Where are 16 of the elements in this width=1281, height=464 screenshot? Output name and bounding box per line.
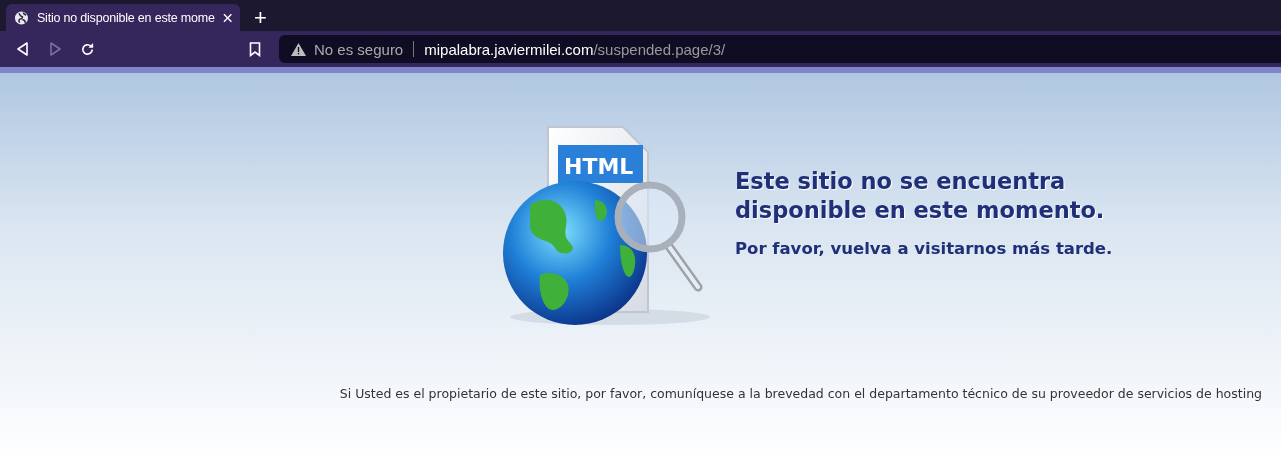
new-tab-button[interactable]: + bbox=[248, 4, 273, 31]
footer-text: Si Usted es el propietario de este sitio, por favor, comuníquese a la brevedad con el departamento técnico de su proveedor de servicios de hosting bbox=[339, 386, 1262, 401]
address-bar[interactable]: No es seguro mipalabra.javiermilei.com/suspended.page/3/ bbox=[279, 35, 1281, 63]
heading: Este sitio no se encuentra disponible en este momento. bbox=[735, 167, 1105, 225]
bookmark-icon[interactable] bbox=[249, 41, 261, 57]
back-icon[interactable] bbox=[16, 42, 30, 56]
url-text: mipalabra.javiermilei.com/suspended.page/3/ bbox=[424, 40, 726, 58]
subheading: Por favor, vuelva a visitarnos más tarde. bbox=[735, 239, 1113, 258]
tab-title: Sitio no disponible en este mome bbox=[36, 10, 215, 25]
browser-tab[interactable]: Sitio no disponible en este mome bbox=[6, 4, 240, 31]
forward-icon[interactable] bbox=[48, 42, 62, 56]
reload-icon[interactable] bbox=[80, 41, 95, 57]
warning-icon bbox=[291, 42, 306, 56]
security-label: No es seguro bbox=[314, 40, 404, 58]
close-icon[interactable] bbox=[222, 12, 232, 23]
globe-document-magnifier-drawing: HTML bbox=[500, 125, 715, 330]
